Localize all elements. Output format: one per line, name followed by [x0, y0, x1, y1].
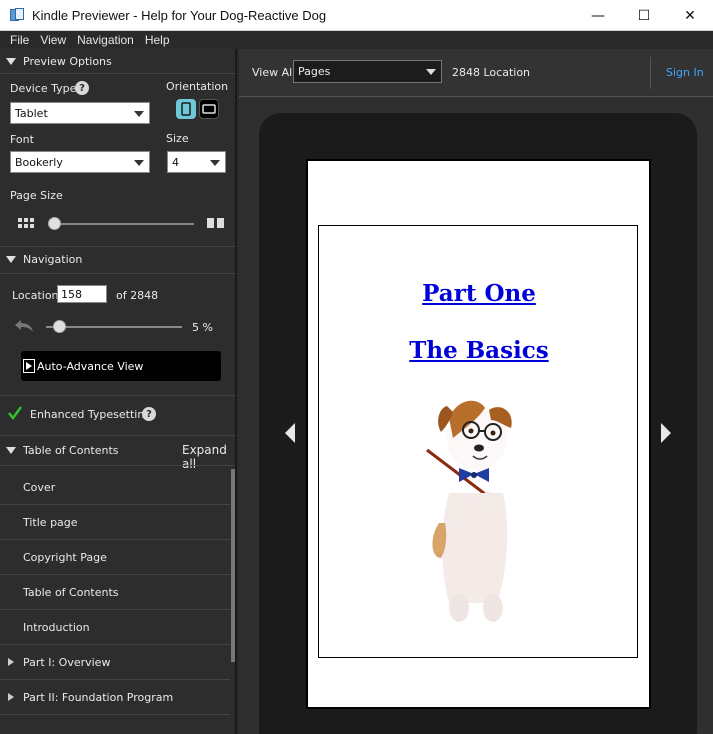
- help-icon[interactable]: ?: [142, 407, 156, 421]
- close-button[interactable]: ✕: [667, 0, 713, 31]
- font-value: Bookerly: [15, 155, 63, 169]
- expand-triangle-icon[interactable]: [8, 658, 14, 666]
- device-type-value: Tablet: [15, 106, 48, 120]
- location-input[interactable]: 158: [57, 285, 107, 303]
- heading-part-one[interactable]: Part One: [319, 280, 639, 307]
- toc-item[interactable]: Part II: Foundation Program: [0, 680, 230, 715]
- back-arrow-icon[interactable]: [14, 319, 34, 333]
- toc-item-label: Part I: Overview: [23, 655, 111, 669]
- toc-item[interactable]: Cover: [0, 470, 230, 505]
- page-size-label: Page Size: [10, 189, 63, 202]
- navigation-title: Navigation: [23, 252, 83, 266]
- auto-advance-view-button[interactable]: Auto-Advance View: [21, 351, 221, 381]
- collapse-triangle-icon: [6, 446, 16, 454]
- previous-page-arrow-icon[interactable]: [285, 423, 295, 443]
- menu-help[interactable]: Help: [141, 33, 177, 47]
- view-mode-select[interactable]: Pages: [293, 60, 442, 83]
- toc-item-label: Table of Contents: [23, 585, 119, 599]
- book-page: Part One The Basics: [306, 159, 651, 709]
- location-slider-knob[interactable]: [52, 320, 66, 333]
- toc-item[interactable]: Copyright Page: [0, 540, 230, 575]
- checkmark-icon: [8, 406, 22, 420]
- toc-item[interactable]: Part I: Overview: [0, 645, 230, 680]
- page-size-slider-track[interactable]: [48, 223, 194, 225]
- expand-all-button[interactable]: Expand all: [182, 443, 235, 471]
- toc-item-label: Copyright Page: [23, 550, 107, 564]
- toc-item-label: Cover: [23, 480, 56, 494]
- font-select[interactable]: Bookerly: [10, 151, 150, 173]
- title-bar: Kindle Previewer - Help for Your Dog-Rea…: [0, 0, 713, 31]
- collapse-triangle-icon: [6, 57, 16, 65]
- device-type-label: Device Type: [10, 82, 77, 95]
- chevron-down-icon: [134, 160, 144, 166]
- menu-file[interactable]: File: [0, 33, 36, 47]
- view-all-label: View All: [252, 66, 296, 79]
- maximize-button[interactable]: ☐: [621, 0, 667, 31]
- navigation-header[interactable]: Navigation: [0, 247, 235, 271]
- size-label: Size: [166, 132, 189, 145]
- menu-view[interactable]: View: [36, 33, 73, 47]
- toc-item-label: Introduction: [23, 620, 90, 634]
- chevron-down-icon: [210, 160, 220, 166]
- toc-title: Table of Contents: [23, 443, 119, 457]
- page-size-slider-knob[interactable]: [48, 217, 61, 230]
- toc-scrollbar[interactable]: [231, 469, 235, 662]
- chevron-down-icon: [426, 69, 436, 75]
- toc-item[interactable]: Title page: [0, 505, 230, 540]
- portrait-icon: [181, 102, 191, 116]
- portrait-orientation-button[interactable]: [176, 99, 196, 119]
- viewer-toolbar: View All Pages 2848 Location Sign In: [239, 49, 713, 97]
- location-label: Location: [12, 289, 59, 302]
- minimize-button[interactable]: —: [575, 0, 621, 31]
- font-label: Font: [10, 133, 34, 146]
- page-border: Part One The Basics: [318, 225, 638, 658]
- expand-triangle-icon[interactable]: [8, 693, 14, 701]
- menu-navigation[interactable]: Navigation: [73, 33, 141, 47]
- toc-item[interactable]: Introduction: [0, 610, 230, 645]
- location-total: of 2848: [116, 289, 159, 302]
- help-icon[interactable]: ?: [75, 81, 89, 95]
- preview-options-header[interactable]: Preview Options: [0, 49, 235, 73]
- wide-page-icon[interactable]: [207, 218, 225, 229]
- landscape-icon: [202, 104, 216, 114]
- size-select[interactable]: 4: [167, 151, 226, 173]
- location-count: 2848 Location: [452, 66, 531, 79]
- next-page-arrow-icon[interactable]: [661, 423, 671, 443]
- orientation-label: Orientation: [166, 80, 229, 93]
- device-type-select[interactable]: Tablet: [10, 102, 150, 124]
- view-mode-value: Pages: [298, 65, 331, 78]
- chevron-down-icon: [134, 111, 144, 117]
- narrow-page-grid-icon[interactable]: [18, 218, 34, 230]
- auto-advance-label: Auto-Advance View: [37, 359, 144, 373]
- sign-in-link[interactable]: Sign In: [666, 66, 704, 79]
- play-icon: [23, 359, 35, 373]
- heading-the-basics[interactable]: The Basics: [319, 337, 639, 364]
- collapse-triangle-icon: [6, 255, 16, 263]
- kindle-previewer-app-icon: [9, 7, 25, 23]
- viewer-area: View All Pages 2848 Location Sign In Par…: [239, 49, 713, 734]
- landscape-orientation-button[interactable]: [199, 99, 219, 119]
- enhanced-typesetting-label: Enhanced Typesetting: [30, 408, 152, 421]
- location-slider-track[interactable]: [46, 326, 182, 328]
- left-panel: Preview Options Device Type ? Orientatio…: [0, 49, 237, 734]
- window-title: Kindle Previewer - Help for Your Dog-Rea…: [32, 7, 327, 23]
- size-value: 4: [172, 155, 179, 169]
- progress-percent: 5 %: [192, 321, 213, 334]
- toc-item[interactable]: Table of Contents: [0, 575, 230, 610]
- preview-options-title: Preview Options: [23, 54, 112, 68]
- toc-item-label: Part II: Foundation Program: [23, 690, 174, 704]
- toc-item-label: Title page: [23, 515, 78, 529]
- menu-bar: File View Navigation Help: [0, 31, 713, 49]
- dog-illustration: [426, 400, 512, 622]
